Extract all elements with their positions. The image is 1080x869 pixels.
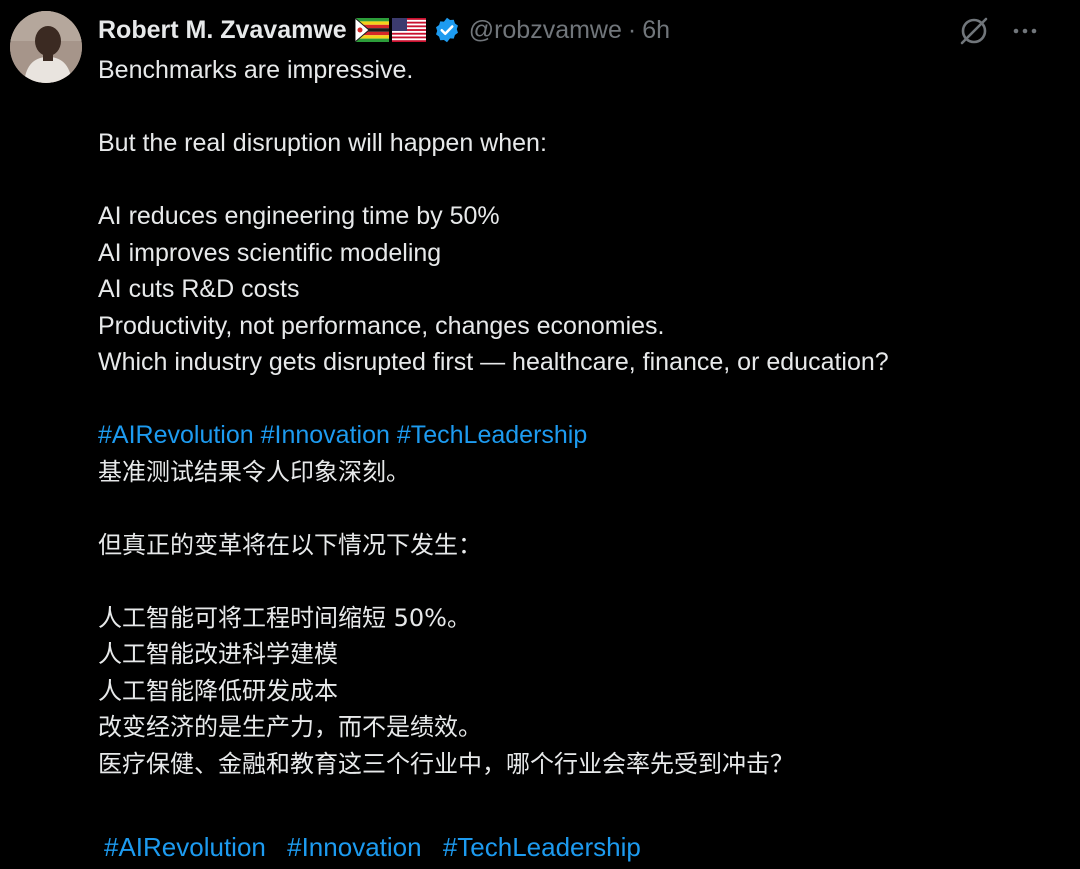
hashtag-link[interactable]: #AIRevolution: [98, 421, 254, 449]
tweet-header: Robert M. Zvavamwe @robzvamwe · 6h: [98, 12, 670, 48]
text-line: 人工智能降低研发成本: [98, 676, 338, 705]
text-line: 但真正的变革将在以下情况下发生：: [98, 530, 482, 559]
display-name[interactable]: Robert M. Zvavamwe: [98, 16, 347, 45]
text-line: But the real disruption will happen when…: [98, 129, 547, 157]
hashtag-link[interactable]: #AIRevolution: [104, 832, 266, 862]
text-line: Benchmarks are impressive.: [98, 56, 414, 84]
hashtag-link[interactable]: #TechLeadership: [397, 421, 587, 449]
avatar[interactable]: [10, 11, 82, 83]
text-line: 医疗保健、金融和教育这三个行业中，哪个行业会率先受到冲击？: [98, 749, 794, 778]
text-line: Which industry gets disrupted first — he…: [98, 348, 889, 376]
hashtag-row: #AIRevolution #Innovation #TechLeadershi…: [104, 832, 655, 863]
zimbabwe-flag-icon: [354, 16, 389, 44]
text-line: AI reduces engineering time by 50%: [98, 202, 500, 230]
more-icon[interactable]: [1010, 16, 1040, 46]
tweet-text: Benchmarks are impressive. But the real …: [98, 52, 1058, 782]
text-line: 人工智能改进科学建模: [98, 640, 338, 668]
hashtag-link[interactable]: #Innovation: [287, 832, 421, 862]
tweet[interactable]: Robert M. Zvavamwe @robzvamwe · 6h Bench…: [0, 0, 1080, 869]
handle[interactable]: @robzvamwe: [469, 16, 622, 45]
hashtag-row: #AIRevolution #Innovation #TechLeadershi…: [98, 417, 1058, 454]
verified-badge-icon[interactable]: [433, 16, 461, 44]
separator: ·: [627, 15, 637, 44]
text-line: AI cuts R&D costs: [98, 275, 300, 303]
text-line: 基准测试结果令人印象深刻。: [98, 457, 410, 486]
hashtag-link[interactable]: #TechLeadership: [443, 832, 641, 862]
text-line: 人工智能可将工程时间缩短 50%。: [98, 603, 471, 632]
timestamp[interactable]: 6h: [642, 16, 670, 45]
hashtag-link[interactable]: #Innovation: [261, 421, 390, 449]
text-line: AI improves scientific modeling: [98, 238, 442, 267]
grok-icon[interactable]: [958, 15, 990, 47]
text-line: 改变经济的是生产力，而不是绩效。: [98, 713, 482, 741]
usa-flag-icon: [391, 18, 426, 42]
text-line: Productivity, not performance, changes e…: [98, 311, 665, 340]
